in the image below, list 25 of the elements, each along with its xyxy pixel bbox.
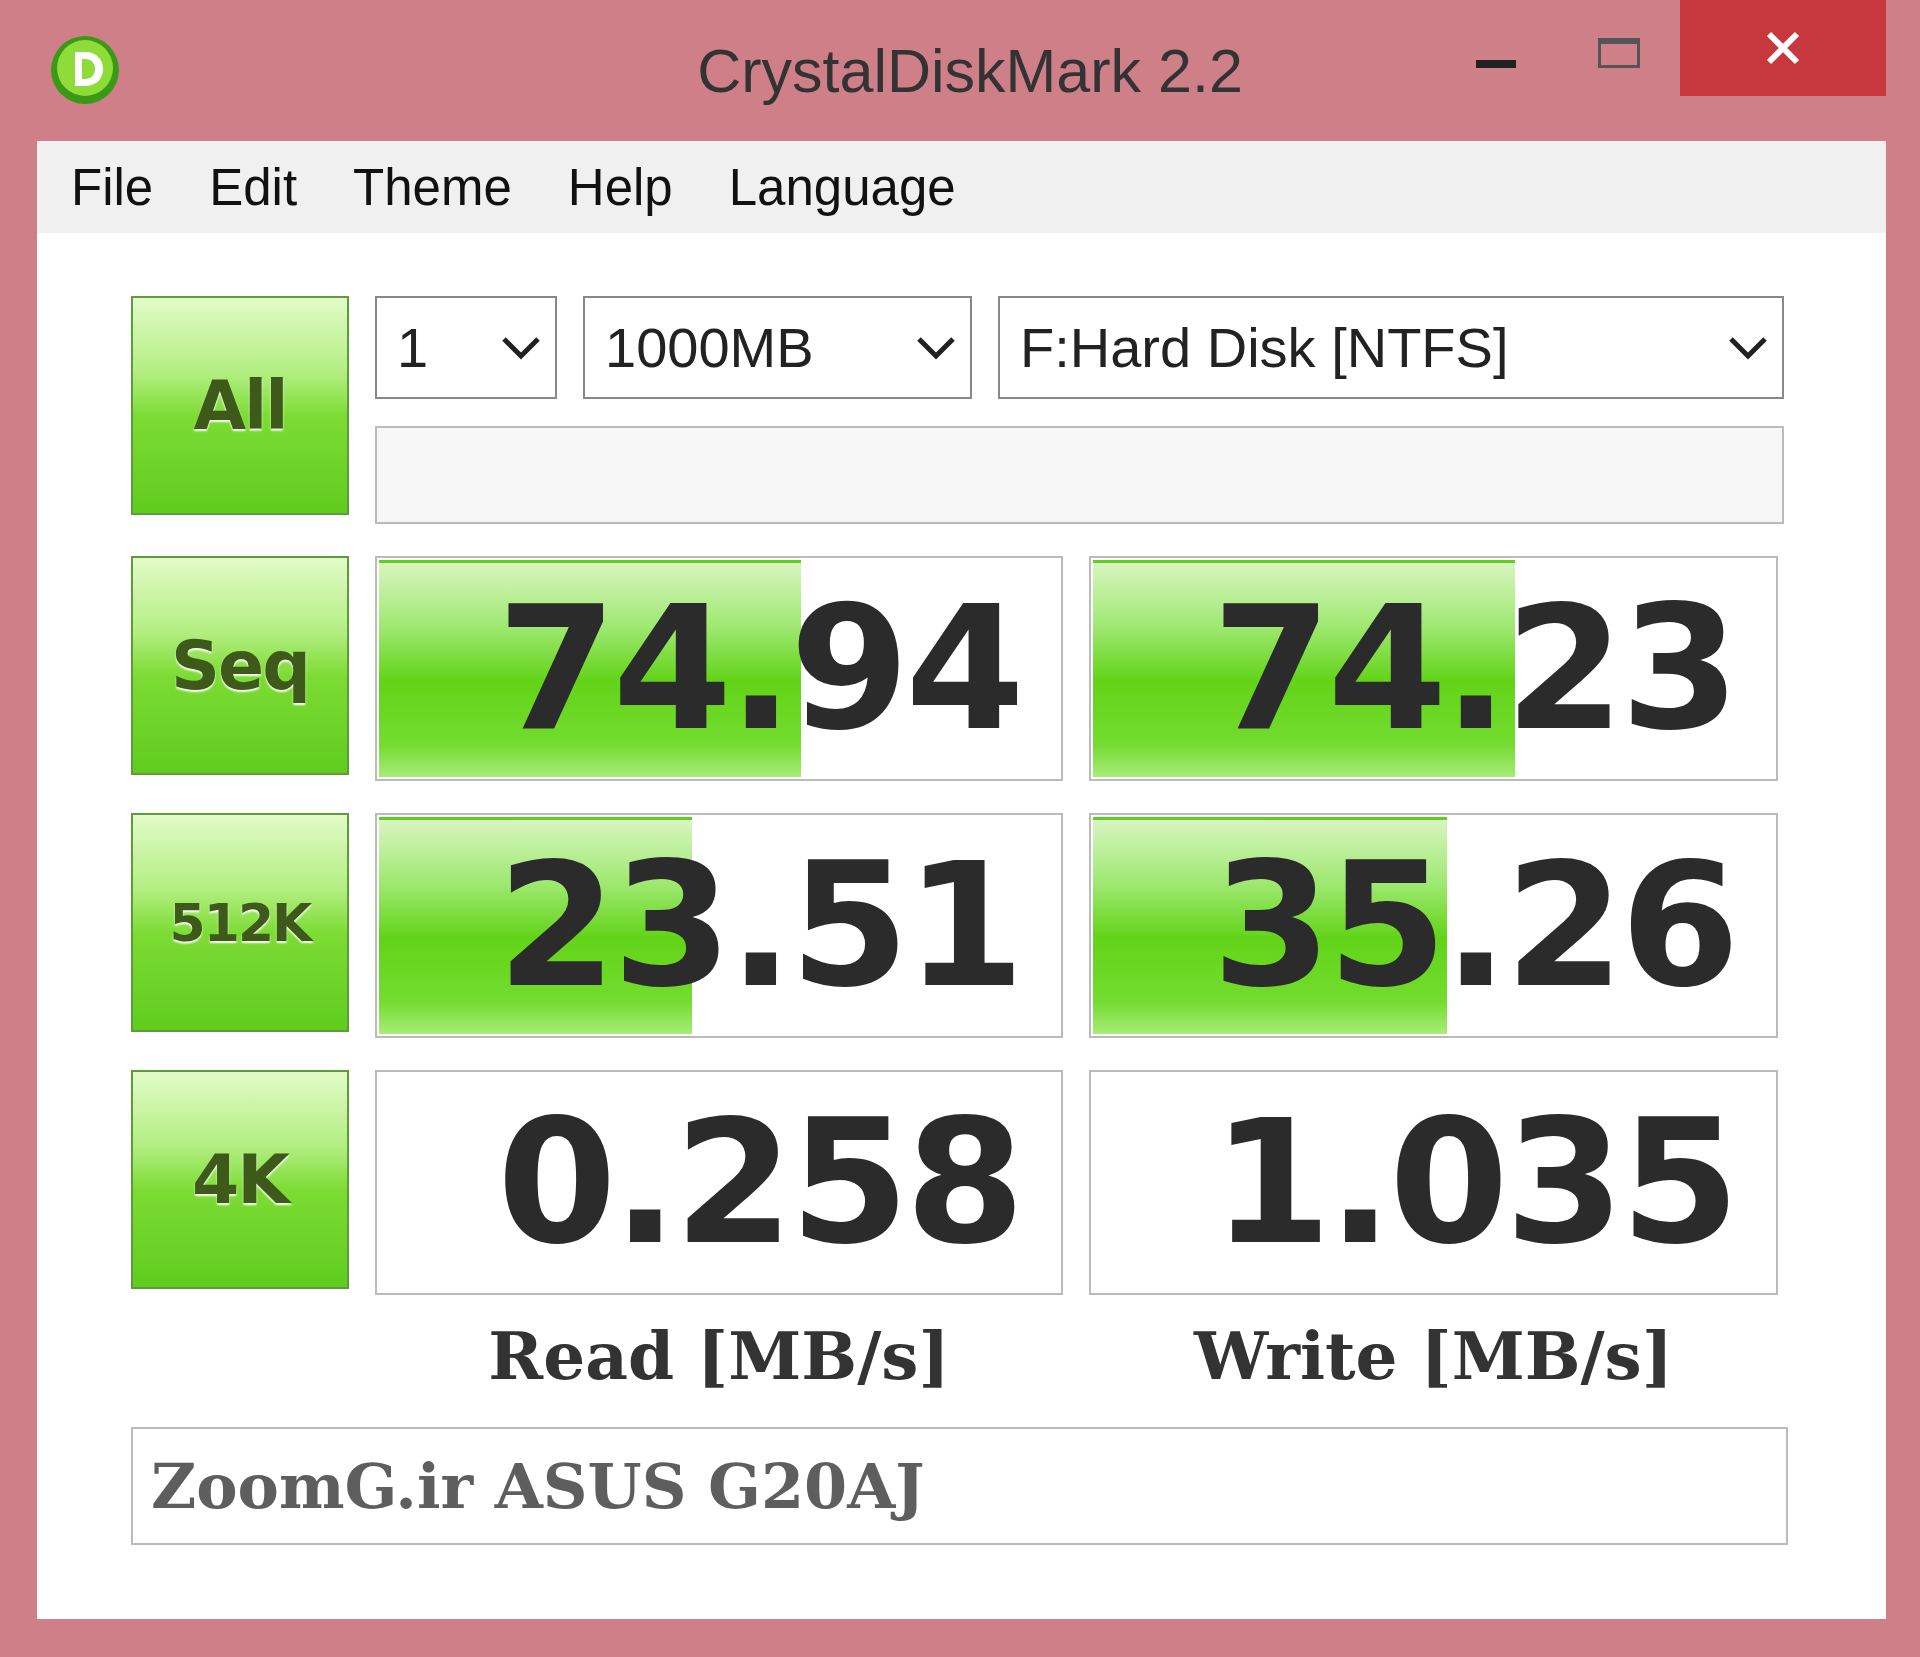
menu-item[interactable]: Help bbox=[567, 157, 673, 217]
app-logo-icon bbox=[49, 34, 121, 106]
speed-value: 0.258 bbox=[496, 1096, 1021, 1269]
column-label: Write [MB/s] bbox=[1194, 1317, 1673, 1395]
menu-item[interactable]: File bbox=[71, 157, 154, 217]
test-button[interactable]: 4K bbox=[131, 1070, 349, 1289]
chevron-icon bbox=[501, 335, 541, 360]
test-button[interactable]: 512K bbox=[131, 813, 349, 1032]
dropdown[interactable]: 1 bbox=[375, 296, 557, 399]
comment-field[interactable]: ZoomG.ir ASUS G20AJ bbox=[131, 1427, 1788, 1545]
menu-item[interactable]: Language bbox=[728, 157, 956, 217]
close-icon bbox=[1765, 30, 1801, 66]
menu-item[interactable]: Edit bbox=[209, 157, 298, 217]
test-button[interactable]: Seq bbox=[131, 556, 349, 775]
column-label: Read [MB/s] bbox=[488, 1317, 950, 1395]
close-button[interactable] bbox=[1680, 0, 1886, 96]
window-title: CrystalDiskMark 2.2 bbox=[697, 35, 1243, 106]
chevron-icon bbox=[1728, 335, 1768, 360]
speed-value: 1.035 bbox=[1211, 1096, 1736, 1269]
all-button[interactable]: All bbox=[131, 296, 349, 515]
chevron-icon bbox=[916, 335, 956, 360]
dropdown[interactable]: 1000MB bbox=[583, 296, 972, 399]
menu-item[interactable]: Theme bbox=[353, 157, 512, 217]
dropdown[interactable]: F:Hard Disk [NTFS] bbox=[998, 296, 1784, 399]
maximize-button[interactable] bbox=[1598, 38, 1640, 68]
